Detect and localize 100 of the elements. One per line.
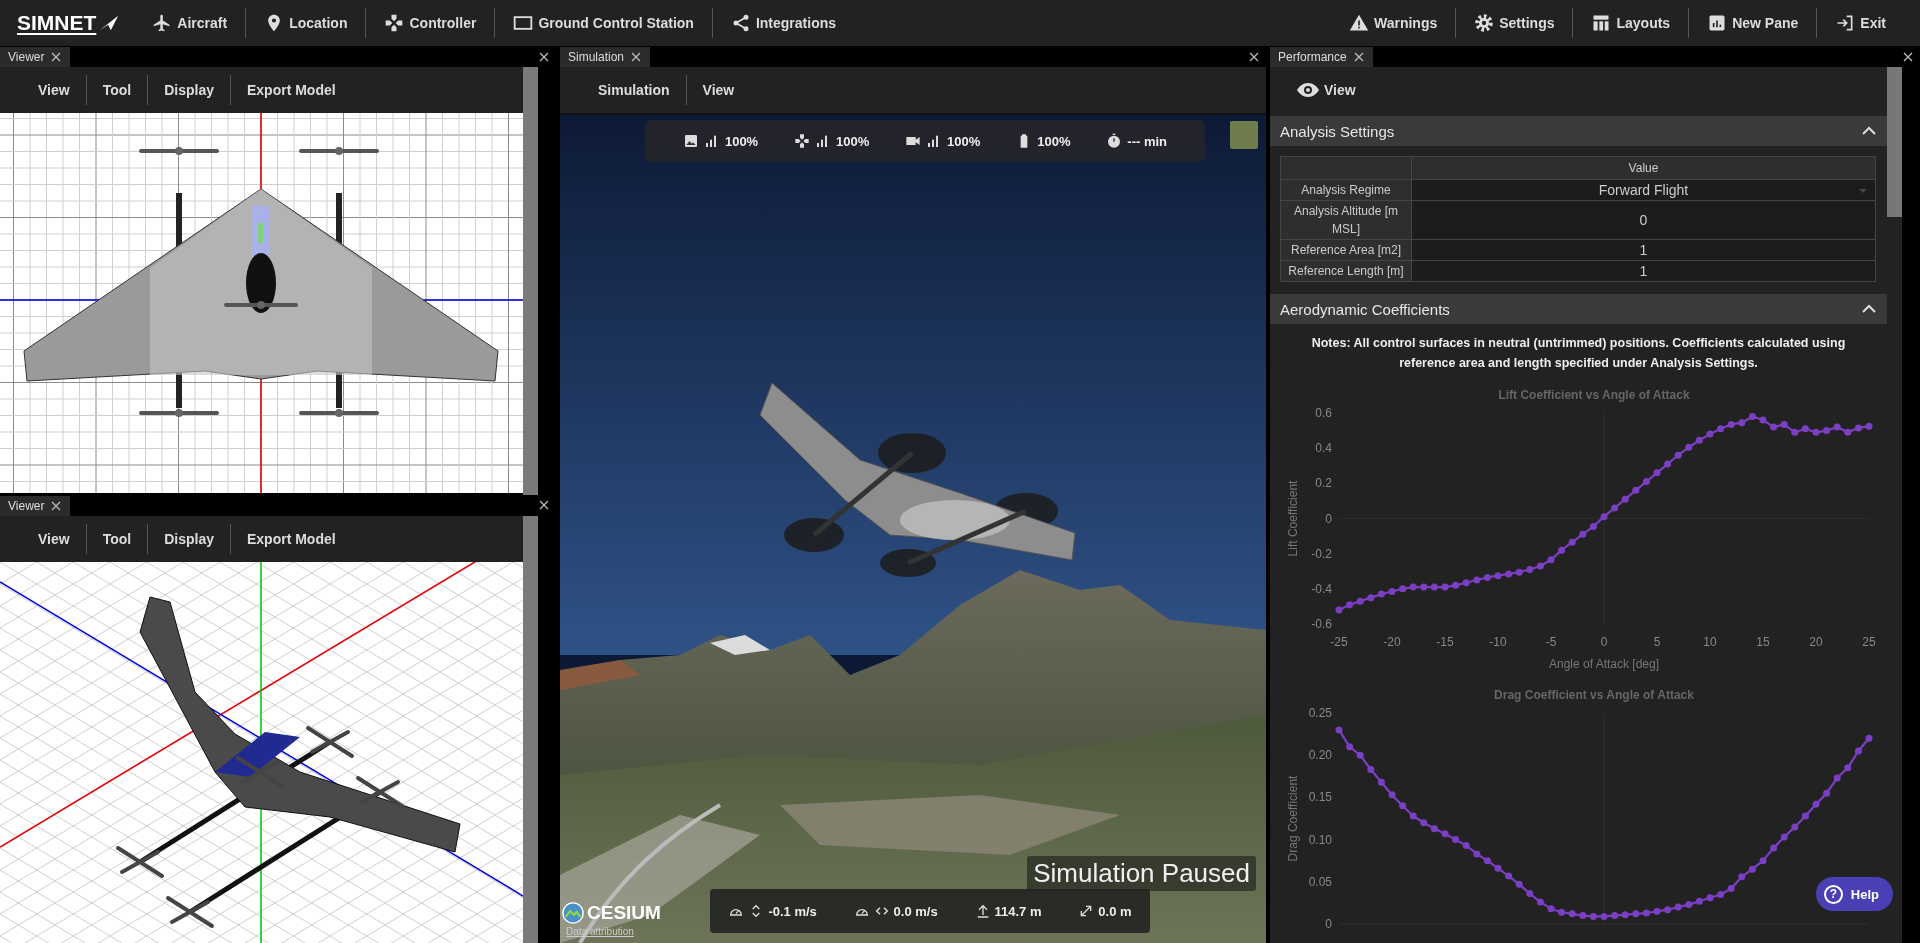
nav-button[interactable]: Controller <box>365 8 495 38</box>
menu-item[interactable]: View <box>22 523 86 554</box>
data-point <box>1589 522 1597 530</box>
menu-item[interactable]: View <box>685 75 751 105</box>
data-point <box>1642 909 1650 917</box>
data-point <box>1536 898 1544 906</box>
status-value: 100% <box>947 133 981 149</box>
close-icon[interactable] <box>630 51 643 63</box>
nav-button[interactable]: Location <box>245 8 366 38</box>
nav-button[interactable]: Layouts <box>1572 8 1689 38</box>
data-point <box>1621 911 1629 919</box>
axis-tick-label: 0.15 <box>1308 790 1332 805</box>
data-point <box>1706 430 1714 438</box>
close-icon[interactable] <box>1248 50 1260 63</box>
axis-tick-label: 0.25 <box>1308 706 1332 720</box>
data-point <box>1653 469 1661 477</box>
menu-item[interactable]: Display <box>147 75 230 105</box>
data-point <box>1674 451 1682 459</box>
data-point <box>1854 747 1862 755</box>
data-point <box>1579 530 1587 538</box>
axis-tick-label: -20 <box>1383 635 1401 649</box>
close-icon[interactable] <box>538 499 550 511</box>
axis-tick-label: 0.10 <box>1308 832 1332 847</box>
data-point <box>1770 844 1778 852</box>
data-point <box>1854 424 1862 432</box>
data-point <box>1558 908 1566 916</box>
row-label: Reference Length [m] <box>1280 260 1412 282</box>
data-point <box>1420 819 1428 827</box>
row-label: Analysis Altitude [m MSL] <box>1280 200 1412 240</box>
scrollbar[interactable] <box>1887 67 1902 943</box>
nav-button[interactable]: Integrations <box>711 8 855 38</box>
nav-button[interactable]: Settings <box>1455 8 1573 38</box>
column-header: Value <box>1411 156 1876 180</box>
close-icon[interactable] <box>1902 50 1914 63</box>
data-point <box>1632 486 1640 494</box>
data-point <box>1494 864 1502 872</box>
data-point <box>1865 422 1873 430</box>
input-field[interactable]: 1 <box>1411 260 1876 282</box>
data-point <box>1335 606 1343 614</box>
section-header[interactable]: Analysis Settings <box>1270 116 1887 146</box>
menu-item[interactable]: View <box>22 75 86 105</box>
scrollbar[interactable] <box>523 515 538 943</box>
dropdown-field[interactable]: Forward Flight <box>1411 179 1876 201</box>
airplane-icon <box>152 13 173 33</box>
close-icon[interactable] <box>538 50 550 63</box>
settings-icon <box>1474 13 1495 33</box>
telemetry-value: 0.0 m <box>1098 903 1132 919</box>
data-point <box>1568 910 1576 918</box>
data-point <box>1409 583 1417 591</box>
data-point <box>1653 907 1661 915</box>
data-point <box>1377 590 1385 598</box>
data-point <box>1664 460 1672 468</box>
performance-tab[interactable]: Performance <box>1270 47 1373 67</box>
menu-item[interactable]: Simulation <box>582 75 686 105</box>
nav-button[interactable]: New Pane <box>1688 8 1817 38</box>
close-icon[interactable] <box>50 51 63 63</box>
menu-item[interactable]: Display <box>147 523 230 554</box>
status-message: Simulation Paused <box>1027 856 1256 891</box>
data-point <box>1833 423 1841 431</box>
menu-item[interactable]: Tool <box>85 75 148 105</box>
menu-item[interactable]: Tool <box>85 523 148 554</box>
data-point <box>1801 812 1809 820</box>
data-point <box>1717 425 1725 433</box>
menu-item[interactable]: Export Model <box>230 523 352 554</box>
status-value: 100% <box>1037 133 1071 149</box>
input-field[interactable]: 1 <box>1411 239 1876 261</box>
nav-button[interactable]: Exit <box>1816 8 1904 38</box>
data-point <box>1452 581 1460 589</box>
nav-button[interactable]: Aircraft <box>134 8 246 38</box>
axis-tick-label: -0.2 <box>1311 546 1332 561</box>
data-point <box>1738 873 1746 881</box>
viewer-tab[interactable]: Viewer <box>0 495 71 516</box>
data-point <box>1727 885 1735 893</box>
data-point <box>1356 597 1364 605</box>
section-header[interactable]: Aerodynamic Coefficients <box>1270 294 1887 324</box>
viewer-tab[interactable]: Viewer <box>0 47 71 67</box>
menu-item[interactable]: View <box>1280 75 1372 105</box>
chart-icon <box>1707 13 1728 33</box>
simulation-tab[interactable]: Simulation <box>560 47 651 67</box>
data-point <box>1600 513 1608 521</box>
input-field[interactable]: 0 <box>1411 200 1876 240</box>
data-point <box>1642 478 1650 486</box>
data-point <box>1632 910 1640 918</box>
axis-tick-label: 5 <box>1653 635 1661 649</box>
map-thumbnail[interactable] <box>1230 121 1258 149</box>
close-icon[interactable] <box>1352 51 1365 63</box>
help-button[interactable]: ? Help <box>1815 877 1893 911</box>
data-point <box>1399 802 1407 810</box>
telemetry-value: -0.1 m/s <box>768 903 817 919</box>
nav-button[interactable]: Warnings <box>1331 8 1456 38</box>
data-point <box>1388 587 1396 595</box>
close-icon[interactable] <box>50 499 63 512</box>
menu-item[interactable]: Export Model <box>230 75 352 105</box>
globe-logo-icon <box>562 902 584 924</box>
data-point <box>1483 573 1491 581</box>
data-point <box>1505 570 1513 578</box>
nav-button[interactable]: Ground Control Station <box>494 8 712 38</box>
scrollbar[interactable] <box>523 67 538 495</box>
chart-title: Drag Coefficient vs Angle of Attack <box>1494 688 1694 702</box>
data-point <box>1377 778 1385 786</box>
